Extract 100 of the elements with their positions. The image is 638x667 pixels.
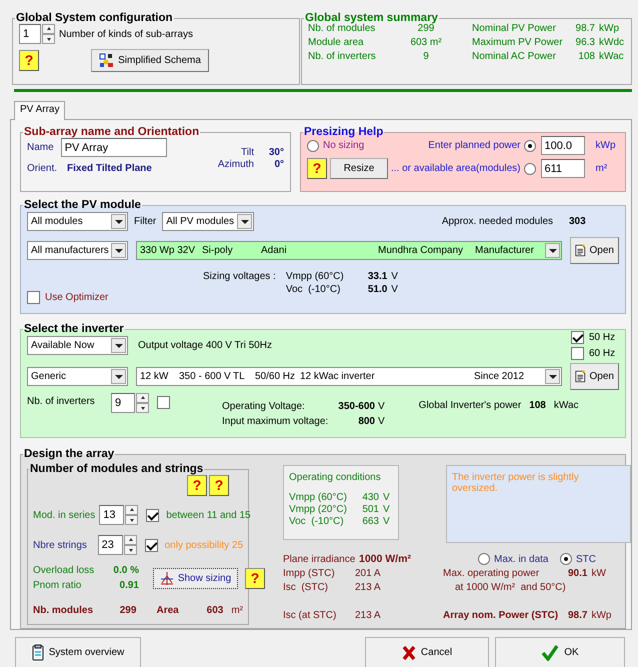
inverter-dropdown[interactable]: 12 kW 350 - 600 V TL 50/60 Hz 12 kWac inverter Since 2012 (136, 367, 562, 386)
group-title: Number of modules and strings (29, 463, 204, 475)
unit-label: m² (596, 163, 608, 174)
orientation-value: Fixed Tilted Plane (67, 163, 152, 174)
checkbox[interactable] (571, 330, 584, 344)
dropdown-arrow-button[interactable] (111, 338, 126, 352)
dropdown-column-text: Manufacturer (475, 245, 535, 256)
manufacturer-dropdown[interactable]: Generic (27, 367, 128, 386)
voltage-label: Vmpp (60°C) (286, 271, 345, 282)
unit-label: kW (591, 568, 606, 579)
result-value: 201 A (355, 568, 382, 579)
help-button[interactable]: ? (307, 158, 327, 179)
resize-button[interactable]: Resize (330, 158, 388, 179)
help-button[interactable]: ? (19, 50, 39, 71)
voltage-value: 800 (358, 416, 375, 427)
filter-dropdown[interactable]: All PV modules (162, 212, 254, 231)
dropdown-arrow-button[interactable] (111, 369, 126, 384)
radio-button[interactable] (478, 553, 490, 565)
total-label: Nb. modules (33, 605, 94, 616)
spin-down-button[interactable] (124, 545, 137, 555)
radio-button[interactable] (524, 140, 536, 152)
checkbox[interactable] (157, 396, 170, 409)
ratio-label: Overload loss (33, 565, 96, 576)
summary-label: Nominal AC Power (472, 51, 557, 62)
open-button[interactable]: Open (570, 237, 619, 264)
dropdown-arrow-button[interactable] (545, 369, 560, 384)
inverter-count-field[interactable]: 9 (111, 393, 135, 413)
count-field[interactable]: 13 (99, 505, 124, 525)
summary-value: 9 (422, 51, 430, 62)
radio-button[interactable] (560, 553, 572, 565)
show-sizing-button[interactable]: Show sizing (153, 568, 238, 588)
help-button[interactable]: ? (209, 475, 229, 496)
unit-label: kWac (599, 51, 625, 62)
unit-label: kWp (596, 140, 617, 151)
result-label: Max. operating power (443, 568, 540, 579)
voltage-value: 33.1 (368, 271, 388, 282)
module-category-dropdown[interactable]: All modules (27, 212, 128, 231)
close-icon (402, 644, 416, 660)
checkbox[interactable] (146, 508, 160, 522)
summary-label: Nb. of inverters (308, 51, 377, 62)
result-label: Isc (at STC) (283, 610, 338, 621)
dropdown-column-text: Adani (261, 245, 288, 256)
result-label: Array nom. Power (STC) (443, 610, 560, 621)
dropdown-arrow-button[interactable] (237, 214, 252, 229)
unit-label: V (391, 271, 398, 282)
angle-value: 30° (268, 146, 284, 158)
field-label: Global Inverter's power (418, 400, 522, 411)
count-field[interactable]: 1 (19, 24, 41, 44)
manufacturer-dropdown[interactable]: All manufacturers (27, 241, 128, 260)
dropdown-column-text: 330 Wp 32V (140, 245, 196, 256)
radio-label: Max. in data (494, 554, 548, 564)
name-field[interactable]: PV Array (60, 138, 167, 157)
unit-label: kWp (591, 610, 612, 621)
spin-up-button[interactable] (42, 24, 55, 34)
radio-button[interactable] (524, 162, 536, 174)
tab[interactable]: PV Array (14, 101, 66, 120)
spin-down-button[interactable] (125, 515, 138, 525)
module-dropdown[interactable]: 330 Wp 32V Si-poly Adani Mundhra Company Manufacturer (136, 241, 562, 260)
spin-down-button[interactable] (42, 34, 55, 44)
angle-value: 0° (273, 158, 284, 170)
result-value: 98.7 (568, 610, 588, 621)
cancel-button[interactable]: Cancel (365, 637, 489, 667)
simplified-schema-button[interactable]: Simplified Schema (91, 49, 209, 72)
spin-up-button[interactable] (125, 505, 138, 515)
spin-up-button[interactable] (136, 393, 149, 403)
dropdown-arrow-button[interactable] (111, 243, 126, 258)
summary-value: 603 m² (409, 37, 443, 48)
availability-dropdown[interactable]: Available Now (27, 336, 128, 354)
help-button[interactable]: ? (245, 568, 265, 588)
group-title: Design the array (23, 448, 116, 460)
dropdown-arrow-button[interactable] (111, 214, 126, 229)
checkbox[interactable] (571, 346, 584, 360)
condition-value: 663 (361, 516, 379, 527)
constraint-note: only possibility 25 (164, 540, 243, 550)
checkbox[interactable] (144, 538, 158, 552)
radio-label: Enter planned power (427, 140, 521, 151)
summary-label: Nb. of modules (308, 23, 376, 34)
overview-button[interactable]: System overview (15, 637, 141, 667)
summary-label: Maximum PV Power (472, 37, 564, 48)
help-button[interactable]: ? (187, 475, 207, 496)
total-label: Area (156, 605, 180, 616)
checkbox[interactable] (27, 291, 40, 304)
total-value: 299 (120, 605, 138, 616)
radio-button[interactable] (307, 140, 319, 152)
dropdown-column-text: 350 - 600 V (179, 371, 232, 382)
constraint-note: between 11 and 15 (166, 510, 251, 520)
spin-up-button[interactable] (124, 535, 137, 545)
unit-label: kWp (599, 23, 620, 34)
value-field[interactable]: 100.0 (540, 136, 585, 155)
value-field[interactable]: 611 (540, 159, 585, 178)
count-field[interactable]: 23 (98, 535, 123, 555)
chart-icon (160, 572, 174, 584)
spin-down-button[interactable] (136, 403, 149, 413)
open-button[interactable]: Open (570, 363, 619, 390)
summary-value: 299 (418, 23, 434, 34)
condition-label: Vmpp (20°C) (289, 504, 348, 515)
unit-label: V (383, 492, 391, 503)
dropdown-arrow-button[interactable] (545, 243, 560, 258)
schema-icon (99, 53, 114, 68)
ok-button[interactable]: OK (495, 637, 625, 667)
